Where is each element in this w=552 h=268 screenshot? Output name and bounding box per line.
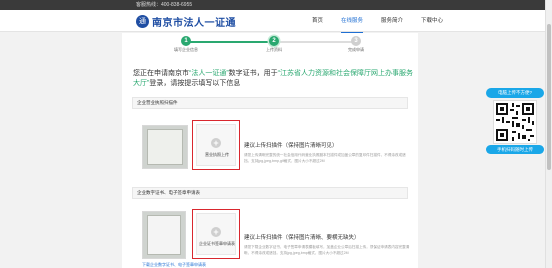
site-header: 通 南京市法人一证通 首页 在线服务 服务简介 下载中心	[0, 10, 552, 34]
application-form-hint-title: 建议上传扫描件（保持图片清晰、要横无缺失）	[244, 235, 360, 241]
section-title-application-form: 企业数字证书、电子签章申请表	[132, 187, 408, 199]
business-license-hint-title: 建议上传扫描件（保持图片清晰可见）	[244, 143, 338, 149]
qr-code-image	[493, 100, 537, 144]
intro-part-1: 您正在申请南京市	[133, 70, 189, 77]
section-title-business-license: 企业营业执照扫描件	[132, 97, 408, 109]
top-bar: 客服热线：400-838-6955	[0, 0, 552, 10]
plus-icon: +	[211, 138, 221, 148]
business-license-upload-label: 营业执照上传	[205, 152, 229, 157]
step-3-label: 完成申请	[348, 47, 364, 52]
nav-item-home[interactable]: 首页	[312, 10, 323, 34]
application-form-upload[interactable]: + 企业证书签章申请表	[192, 209, 240, 259]
business-license-hint-text: 请您上传清晰完整的统一社会信用代码营业执照副本扫描件或加盖公章的复印件扫描件，不…	[244, 153, 406, 163]
step-2-circle: 2	[269, 36, 279, 46]
intro-part-3: 登录，请按提示填写以下信息	[149, 80, 241, 87]
hotline-text: 客服热线：400-838-6955	[136, 2, 193, 8]
application-form-hint-text: 请您下载企业数字证书、电子签章申请表模板填写，加盖企业公章后扫描上传，须保证申请…	[244, 245, 410, 255]
plus-icon: +	[211, 227, 221, 237]
download-application-form-link[interactable]: 下载企业数字证书、电子签章申请表	[142, 262, 206, 268]
site-logo[interactable]: 通 南京市法人一证通	[136, 14, 236, 29]
intro-highlight-1: “法人一证通”	[189, 70, 229, 77]
step-2-label: 上传资料	[266, 47, 282, 52]
business-license-upload[interactable]: + 营业执照上传	[192, 120, 240, 170]
intro-part-2: 数字证书，用于	[228, 70, 278, 77]
logo-mark-icon: 通	[136, 15, 149, 28]
qr-bottom-banner[interactable]: 手机扫码随时上传	[486, 145, 544, 154]
nav-item-download-center[interactable]: 下载中心	[421, 10, 443, 34]
logo-text: 南京市法人一证通	[152, 18, 236, 29]
mobile-upload-panel: 电脑上传不方便? 手机扫码随时上传	[486, 88, 544, 154]
business-license-sample-image	[142, 125, 188, 169]
step-3-circle: 3	[351, 36, 361, 46]
page-scrollbar[interactable]	[545, 0, 552, 268]
scrollbar-thumb[interactable]	[547, 24, 551, 170]
main-panel: 1 填写企业信息 2 上传资料 3 完成申请 您正在申请南京市“法人一证通”数字…	[122, 33, 418, 268]
step-1-label: 填写企业信息	[174, 47, 198, 52]
main-nav: 首页 在线服务 服务简介 下载中心	[312, 10, 461, 34]
application-form-sample-image	[142, 211, 186, 259]
qr-code-icon	[494, 101, 536, 143]
progress-steps: 1 填写企业信息 2 上传资料 3 完成申请	[122, 33, 418, 53]
nav-item-online-service[interactable]: 在线服务	[341, 10, 364, 34]
nav-item-service-intro[interactable]: 服务简介	[381, 10, 403, 34]
step-line-todo	[274, 41, 356, 43]
qr-top-banner[interactable]: 电脑上传不方便?	[486, 88, 544, 98]
intro-text: 您正在申请南京市“法人一证通”数字证书，用于“江苏省人力资源和社会保障厅网上办事…	[133, 69, 418, 89]
step-1-circle: 1	[181, 36, 191, 46]
step-line-done	[188, 41, 274, 43]
application-form-upload-label: 企业证书签章申请表	[199, 241, 235, 246]
